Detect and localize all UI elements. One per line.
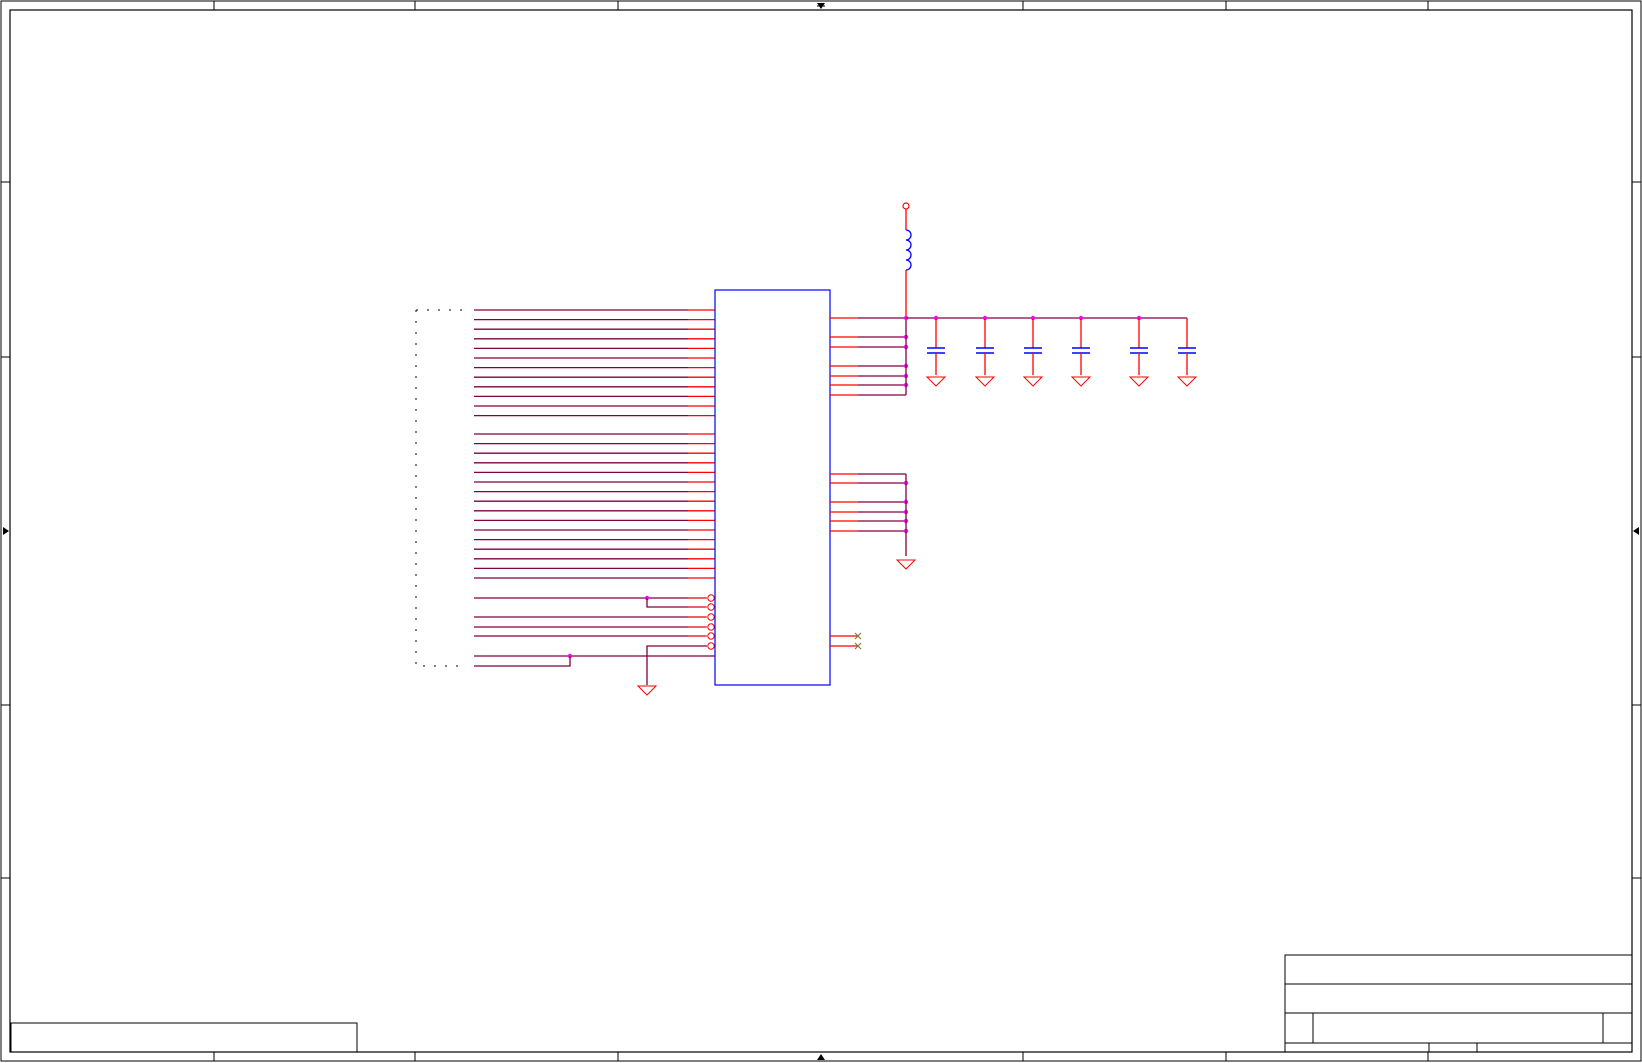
ground-symbol	[1128, 376, 1150, 387]
inner-border	[9, 9, 1633, 1053]
ground-triangle	[636, 685, 658, 696]
decoupling-capacitors	[906, 315, 1196, 375]
center-arrow-left	[3, 527, 9, 535]
title-block	[10, 954, 1633, 1053]
capacitor	[1072, 315, 1090, 375]
ground-symbol	[1070, 376, 1092, 387]
ground-symbol	[1022, 376, 1044, 387]
inverted-pin-bubble	[707, 613, 715, 621]
ground-triangle	[1070, 376, 1092, 387]
ground-symbol	[974, 376, 996, 387]
outer-border	[0, 0, 1642, 1062]
power-supply-network	[902, 202, 912, 321]
ground-wire	[646, 645, 707, 685]
connector-dashed-outline	[415, 309, 462, 667]
ground-triangle	[974, 376, 996, 387]
left-bus-wires	[474, 309, 715, 685]
ground-symbol	[1176, 376, 1198, 387]
inverted-pin-bubble	[707, 594, 715, 602]
bus-wire-branch	[474, 656, 571, 667]
capacitor	[1130, 315, 1148, 375]
bus-wire-branch	[646, 598, 706, 608]
ground-symbol	[925, 376, 947, 387]
center-arrow-right	[1633, 527, 1639, 535]
main-ic-u1	[714, 289, 909, 686]
capacitor	[1024, 315, 1042, 375]
ground-triangle	[1022, 376, 1044, 387]
capacitor	[927, 315, 945, 375]
drawing-frame	[0, 0, 1642, 1062]
inverted-pin-bubble	[707, 603, 715, 611]
ground-symbols	[636, 376, 1198, 696]
inverted-pin-bubble	[707, 632, 715, 640]
ferrite-inductor	[905, 229, 912, 271]
title-block-frame	[1284, 954, 1633, 1053]
inverted-pin-bubble	[707, 623, 715, 631]
capacitor	[1178, 318, 1196, 375]
left-connector-outline	[415, 309, 462, 667]
ground-symbol	[895, 559, 917, 570]
schematic-sheet	[0, 0, 1642, 1062]
ground-triangle	[1176, 376, 1198, 387]
ground-triangle	[1128, 376, 1150, 387]
ic-body	[714, 289, 831, 686]
ground-triangle	[925, 376, 947, 387]
revision-block	[10, 1022, 358, 1053]
power-port	[902, 202, 910, 210]
center-arrow-bottom	[817, 1054, 825, 1060]
ground-triangle	[895, 559, 917, 570]
capacitor	[976, 315, 994, 375]
ground-symbol	[636, 685, 658, 696]
inverted-pin-bubble	[707, 642, 715, 650]
